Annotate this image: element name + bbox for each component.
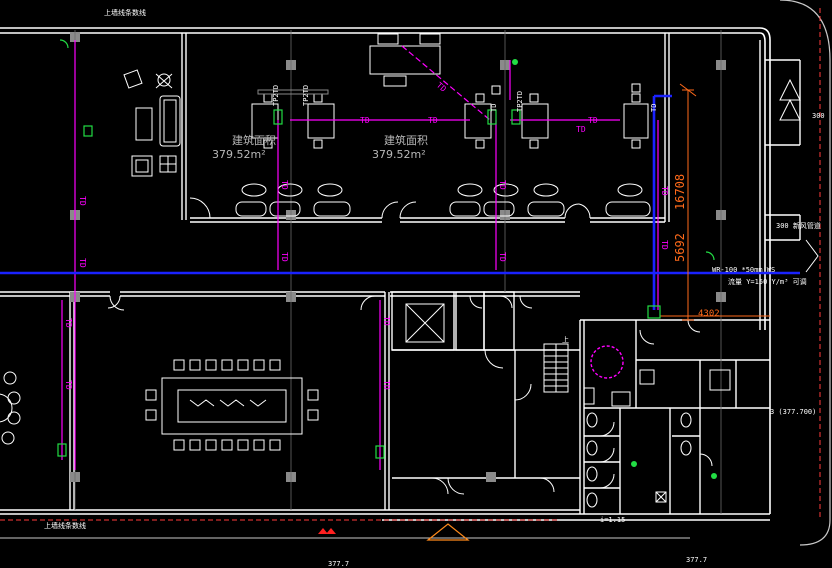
td-label-center-lower: TD — [498, 252, 507, 262]
tp2td-label-1: TP2TD — [272, 85, 280, 106]
right-edge-markers — [779, 78, 819, 273]
td-label-right-lower: TD — [660, 240, 669, 250]
meeting-table — [145, 359, 319, 451]
td-label-left-upper: TD — [78, 196, 87, 206]
td-label-meeting-upper: TD — [382, 316, 391, 326]
stair-label: 上 — [562, 335, 569, 344]
round-washroom-symbol — [590, 345, 624, 379]
grid-label-bottom-right: 377.7 — [686, 556, 707, 564]
valve-spec-label: 流量 Y=150 Y/m³ 可调 — [728, 277, 807, 286]
td-label-horizontal-1: TD — [360, 116, 370, 125]
red-markers — [318, 528, 336, 534]
tp2td-label-3: TD — [490, 104, 498, 112]
right-area-value: 379.52m² — [372, 148, 426, 161]
td-label-left-lower2: TD — [64, 380, 73, 390]
dimension-5692: 5692 — [673, 233, 687, 262]
office-desks — [251, 33, 649, 149]
dimension-4302: 4302 — [698, 309, 720, 319]
bottom-note-label: 上墙线条数线 — [44, 521, 86, 530]
right-area-label: 建筑面积 — [384, 133, 428, 147]
td-drain-pipes — [61, 40, 659, 470]
td-label-horizontal-2: TD — [428, 116, 438, 125]
td-label-horizontal-4: TD — [588, 116, 598, 125]
elevator-stair — [405, 303, 569, 393]
left-area-value: 379.52m² — [212, 148, 266, 161]
tp2td-label-4: TP2TD — [516, 91, 524, 112]
note-300-mid: 300 新风管道 — [776, 221, 821, 230]
note-300-top: 300 — [812, 112, 825, 120]
tp2td-label-2: TP2TD — [302, 85, 310, 106]
top-note-label: 上墙线条数线 — [104, 8, 146, 17]
tp2td-label-5: TD — [650, 104, 658, 112]
floor-plan-canvas: TD TD TD TD TD TD TD TD TD TD TD TD TD T… — [0, 0, 831, 568]
td-label-mid-upper: TD — [280, 180, 289, 190]
dimension-16708: 16708 — [673, 174, 687, 210]
lounge-furniture — [123, 69, 181, 177]
boundary-dashed — [0, 8, 821, 521]
wr-spec-label: WR-100 *50mm WS — [712, 266, 775, 274]
meeting-chairs — [145, 359, 319, 451]
elevation-label: 3 (377.700) — [770, 408, 816, 416]
td-label-left-lower: TD — [64, 318, 73, 328]
td-label-center-upper: TD — [498, 180, 507, 190]
td-label-left-mid: TD — [78, 258, 87, 268]
grid-label-bottom-left: 377.7 — [328, 560, 349, 568]
td-label-horizontal-3: TD — [576, 125, 586, 134]
td-label-meeting-lower: TD — [382, 380, 391, 390]
td-label-right-upper: TD — [660, 186, 669, 196]
left-area-label: 建筑面积 — [232, 133, 276, 147]
td-label-mid-lower: TD — [280, 252, 289, 262]
left-round-seating — [0, 371, 21, 445]
floor-level-label: i=1.15 — [600, 516, 625, 524]
sprinkler-heads — [512, 59, 717, 479]
